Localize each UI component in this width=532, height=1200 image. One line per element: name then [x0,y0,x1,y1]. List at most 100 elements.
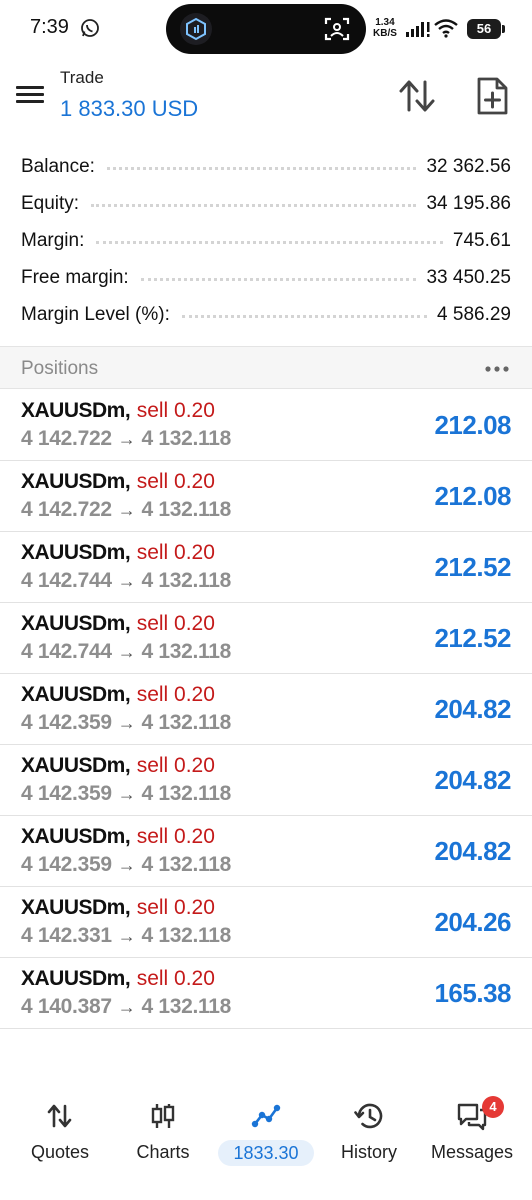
app-header: Trade 1 833.30 USD [0,60,532,140]
position-symbol: XAUUSDm [21,399,125,422]
nav-history-label: History [340,1142,397,1162]
summary-value: 745.61 [452,229,511,251]
position-row[interactable]: XAUUSDm, sell 0.20 4 142.359 → 4 132.118 20… [0,816,532,887]
position-profit: 212.08 [434,410,511,440]
menu-icon[interactable] [14,82,46,110]
summary-label: Equity: [21,192,80,214]
open-price: 4 142.744 [21,640,112,663]
signal-icon [406,22,430,37]
current-price: 4 132.118 [141,711,232,734]
position-prices: 4 142.359 → 4 132.118 [21,853,231,877]
open-price: 4 142.331 [21,924,112,947]
position-side: sell 0.20 [136,896,215,919]
position-row[interactable]: XAUUSDm, sell 0.20 4 142.359 → 4 132.118 20… [0,674,532,745]
arrow-right-icon: → [117,926,136,946]
battery-icon: 56 [467,19,505,39]
arrow-right-icon: → [117,855,136,875]
account-summary: Balance: 32 362.56 Equity: 34 195.86 Mar… [0,148,532,333]
bottom-navigation: Quotes Charts 1833.30 History 4 Messages [0,1090,532,1200]
summary-row-margin: Margin: 745.61 [0,222,532,259]
position-title-line: XAUUSDm, sell 0.20 [21,399,215,422]
summary-row-equity: Equity: 34 195.86 [0,185,532,222]
position-row[interactable]: XAUUSDm, sell 0.20 4 142.744 → 4 132.118 21… [0,532,532,603]
position-profit: 212.08 [434,481,511,511]
position-row[interactable]: XAUUSDm, sell 0.20 4 142.722 → 4 132.118 21… [0,390,532,461]
position-side: sell 0.20 [136,754,215,777]
new-document-icon[interactable] [474,76,510,116]
current-price: 4 132.118 [141,853,232,876]
dot-leader [91,204,417,207]
nav-messages-label: Messages [430,1142,514,1162]
profit-total: 1 833.30 USD [60,96,199,121]
positions-list: XAUUSDm, sell 0.20 4 142.722 → 4 132.118 21… [0,390,532,1029]
nav-trade-label[interactable]: 1833.30 [218,1140,314,1166]
page-title: Trade [60,68,104,87]
trade-icon [251,1104,281,1128]
open-price: 4 140.387 [21,995,112,1018]
current-price: 4 132.118 [141,995,232,1018]
position-symbol: XAUUSDm [21,896,125,919]
current-price: 4 132.118 [141,498,232,521]
current-price: 4 132.118 [141,569,232,592]
position-prices: 4 142.359 → 4 132.118 [21,711,231,735]
screenshot-icon [324,17,350,41]
current-price: 4 132.118 [141,782,232,805]
position-profit: 165.38 [434,978,511,1008]
camera-island [166,4,366,54]
position-title-line: XAUUSDm, sell 0.20 [21,967,215,990]
position-row[interactable]: XAUUSDm, sell 0.20 4 142.331 → 4 132.118 20… [0,887,532,958]
dot-leader [140,278,417,281]
position-prices: 4 142.744 → 4 132.118 [21,569,231,593]
sort-icon[interactable] [398,78,436,114]
position-row[interactable]: XAUUSDm, sell 0.20 4 142.744 → 4 132.118 21… [0,603,532,674]
dot-leader [181,315,428,318]
more-options-icon[interactable] [484,359,510,379]
open-price: 4 142.722 [21,498,112,521]
position-row[interactable]: XAUUSDm, sell 0.20 4 142.359 → 4 132.118 20… [0,745,532,816]
position-side: sell 0.20 [136,612,215,635]
summary-label: Free margin: [21,266,129,288]
history-icon [354,1103,383,1129]
network-speed: 1.34 KB/S [373,17,397,39]
arrow-right-icon: → [117,997,136,1017]
position-profit: 212.52 [434,623,511,653]
position-symbol: XAUUSDm [21,541,125,564]
position-prices: 4 142.722 → 4 132.118 [21,427,231,451]
network-speed-unit: KB/S [373,28,397,39]
open-price: 4 142.722 [21,427,112,450]
position-symbol: XAUUSDm [21,612,125,635]
position-profit: 204.82 [434,836,511,866]
nav-quotes[interactable]: Quotes [7,1090,113,1170]
arrow-right-icon: → [117,500,136,520]
nav-messages[interactable]: 4 Messages [419,1090,525,1170]
position-title-line: XAUUSDm, sell 0.20 [21,612,215,635]
nav-charts[interactable]: Charts [110,1090,216,1170]
position-symbol: XAUUSDm [21,754,125,777]
position-symbol: XAUUSDm [21,683,125,706]
summary-row-free-margin: Free margin: 33 450.25 [0,259,532,296]
position-side: sell 0.20 [136,683,215,706]
position-prices: 4 142.744 → 4 132.118 [21,640,231,664]
position-title-line: XAUUSDm, sell 0.20 [21,825,215,848]
open-price: 4 142.744 [21,569,112,592]
position-title-line: XAUUSDm, sell 0.20 [21,470,215,493]
summary-label: Margin Level (%): [21,303,170,325]
arrow-right-icon: → [117,713,136,733]
position-symbol: XAUUSDm [21,470,125,493]
position-prices: 4 142.359 → 4 132.118 [21,782,231,806]
position-title-line: XAUUSDm, sell 0.20 [21,541,215,564]
summary-value: 33 450.25 [426,266,511,288]
summary-row-balance: Balance: 32 362.56 [0,148,532,185]
arrow-right-icon: → [117,642,136,662]
wifi-icon [434,19,458,38]
position-side: sell 0.20 [136,825,215,848]
position-row[interactable]: XAUUSDm, sell 0.20 4 142.722 → 4 132.118 21… [0,461,532,532]
nav-quotes-label: Quotes [30,1142,90,1162]
position-row[interactable]: XAUUSDm, sell 0.20 4 140.387 → 4 132.118 16… [0,958,532,1029]
nav-history[interactable]: History [316,1090,422,1170]
dot-leader [106,167,417,170]
current-price: 4 132.118 [141,924,232,947]
position-symbol: XAUUSDm [21,825,125,848]
position-symbol: XAUUSDm [21,967,125,990]
position-prices: 4 140.387 → 4 132.118 [21,995,231,1019]
